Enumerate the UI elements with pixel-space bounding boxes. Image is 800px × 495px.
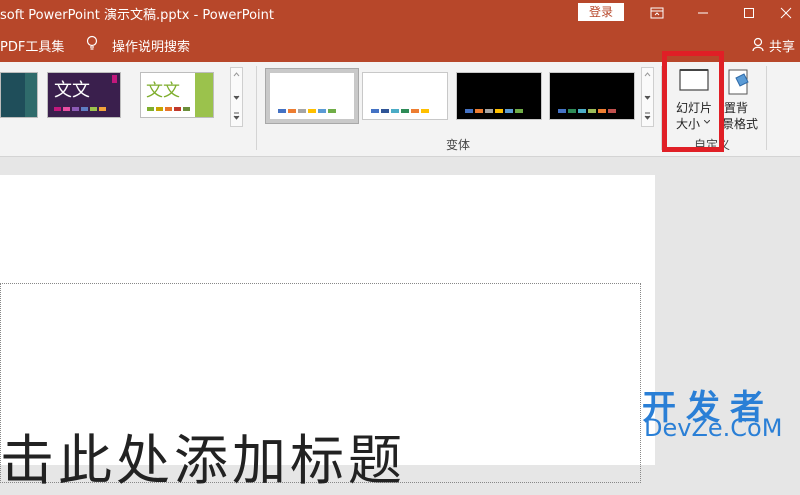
tell-me-search[interactable]: 操作说明搜索 — [112, 36, 190, 55]
share-label: 共享 — [769, 40, 796, 55]
close-button[interactable] — [772, 0, 800, 26]
format-background-button[interactable]: 置背 景格式 — [722, 64, 764, 131]
group-divider — [256, 66, 257, 150]
variants-group-label: 变体 — [446, 138, 471, 152]
variant-thumbnail-4[interactable] — [549, 72, 635, 120]
tab-pdf-tools[interactable]: PDF工具集 — [0, 36, 64, 55]
title-placeholder-text: 击此处添加标题 — [0, 429, 406, 492]
watermark-bottom: DevZe.CoM — [644, 414, 783, 442]
variant-thumbnail-3[interactable] — [456, 72, 542, 120]
variant-thumbnail-1[interactable] — [269, 72, 355, 120]
ribbon-display-icon — [650, 7, 664, 19]
title-bar: soft PowerPoint 演示文稿.pptx - PowerPoint 登… — [0, 0, 800, 26]
minimize-button[interactable] — [680, 0, 726, 26]
variants-gallery-scroll[interactable] — [641, 67, 654, 127]
window-title: soft PowerPoint 演示文稿.pptx - PowerPoint — [0, 8, 274, 23]
slide-size-highlight — [662, 51, 724, 152]
theme-sample-text: 文文 — [54, 80, 90, 101]
ribbon-display-options-button[interactable] — [634, 0, 680, 26]
login-button[interactable]: 登录 — [578, 3, 624, 21]
theme-thumbnail-1[interactable] — [0, 72, 38, 118]
gallery-scroll-arrows-icon — [233, 72, 240, 120]
theme-thumbnail-3[interactable]: 文文 — [140, 72, 214, 118]
format-background-icon — [728, 69, 749, 95]
group-divider — [766, 66, 767, 150]
share-button[interactable]: 共享 — [752, 36, 800, 55]
themes-gallery-scroll[interactable] — [230, 67, 243, 127]
variant-thumbnail-2[interactable] — [362, 72, 448, 120]
theme-sample-text: 文文 — [146, 81, 180, 101]
format-background-label-1: 置背 — [724, 101, 749, 115]
close-icon — [780, 7, 792, 19]
maximize-button[interactable] — [726, 0, 772, 26]
minimize-icon — [698, 12, 708, 14]
person-icon — [752, 37, 764, 52]
theme-thumbnail-2[interactable]: 文文 — [47, 72, 121, 118]
lightbulb-icon — [86, 35, 98, 50]
format-background-label-2: 景格式 — [722, 117, 759, 131]
maximize-icon — [744, 8, 754, 18]
gallery-scroll-arrows-icon — [644, 72, 651, 120]
